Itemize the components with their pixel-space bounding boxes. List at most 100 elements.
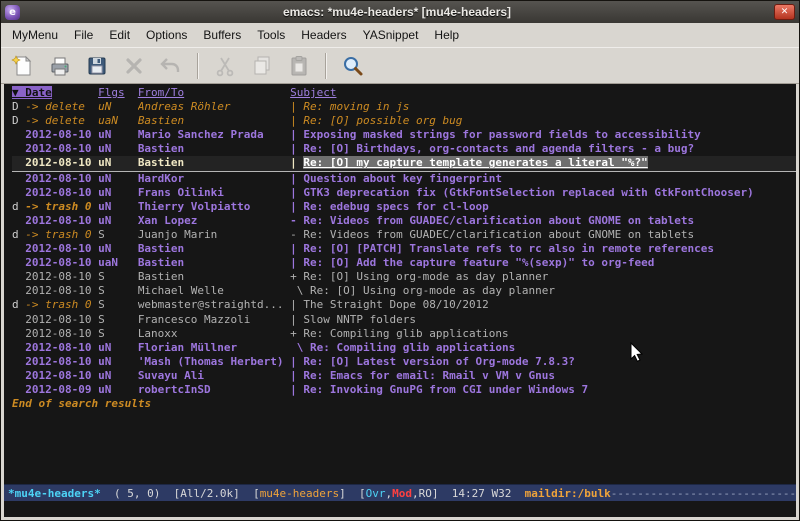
modeline-segment: [	[253, 486, 260, 501]
column-header-from[interactable]: From/To	[138, 86, 290, 100]
message-row[interactable]: 2012-08-10SMichael Welle \ Re: [O] Using…	[12, 284, 796, 298]
message-row[interactable]: D-> deleteuaNBastien| Re: [O] possible o…	[12, 114, 796, 128]
header-line: ▼ Date Flgs From/To Subject	[12, 86, 796, 100]
message-row[interactable]: 2012-08-10SBastien+ Re: [O] Using org-mo…	[12, 270, 796, 284]
message-flags: uN	[98, 156, 138, 170]
message-row[interactable]: 2012-08-09uNrobertcInSD| Re: Invoking Gn…	[12, 383, 796, 397]
message-subject: Re: edebug specs for cl-loop	[303, 200, 796, 214]
menu-yasnippet[interactable]: YASnippet	[355, 24, 427, 46]
message-from: Francesco Mazzoli	[138, 313, 290, 327]
message-row[interactable]: 2012-08-10uNBastien| Re: [O] Birthdays, …	[12, 142, 796, 156]
message-date: 2012-08-10	[25, 128, 98, 142]
message-row[interactable]: 2012-08-10uNBastien| Re: [O] [PATCH] Tra…	[12, 242, 796, 256]
cut-icon	[213, 54, 237, 78]
message-row[interactable]: 2012-08-10uNBastien| Re: [O] my capture …	[12, 156, 796, 171]
search-icon	[341, 54, 365, 78]
message-subject: Re: Compiling glib applications	[310, 341, 796, 355]
column-header-flags[interactable]: Flgs	[98, 86, 138, 100]
window-close-button[interactable]: ✕	[774, 4, 795, 20]
message-subject: Question about key fingerprint	[303, 172, 796, 186]
mu4e-headers-buffer[interactable]: ▼ Date Flgs From/To Subject D-> deleteuN…	[4, 84, 796, 484]
emacs-window: e emacs: *mu4e-headers* [mu4e-headers] ✕…	[0, 0, 800, 521]
message-from: Suvayu Ali	[138, 369, 290, 383]
save-button[interactable]	[80, 51, 114, 81]
message-row[interactable]: 2012-08-10uNFlorian Müllner \ Re: Compil…	[12, 341, 796, 355]
message-subject: Re: [O] possible org bug	[303, 114, 796, 128]
menu-headers[interactable]: Headers	[293, 24, 354, 46]
message-mark: D	[12, 100, 25, 114]
message-from: Juanjo Marin	[138, 228, 290, 242]
save-icon	[85, 54, 109, 78]
message-mark	[12, 341, 25, 355]
message-row[interactable]: 2012-08-10SFrancesco Mazzoli| Slow NNTP …	[12, 313, 796, 327]
message-row[interactable]: 2012-08-10uaNBastien| Re: [O] Add the ca…	[12, 256, 796, 270]
thread-indicator: |	[290, 355, 303, 369]
message-date: -> trash 0	[25, 228, 98, 242]
print-icon	[48, 54, 72, 78]
message-from: Xan Lopez	[138, 214, 290, 228]
echo-area[interactable]	[4, 501, 796, 517]
message-mark	[12, 242, 25, 256]
message-date: -> trash 0	[25, 200, 98, 214]
close-buffer-button	[117, 51, 151, 81]
new-file-icon	[11, 54, 35, 78]
message-row[interactable]: d-> trash 0Swebmaster@straightd...| The …	[12, 298, 796, 312]
column-header-subject[interactable]: Subject	[290, 86, 336, 100]
modeline-segment: Mod	[392, 486, 412, 501]
thread-indicator: |	[290, 114, 303, 128]
message-row[interactable]: 2012-08-10uNXan Lopez- Re: Videos from G…	[12, 214, 796, 228]
message-mark	[12, 284, 25, 298]
menu-buffers[interactable]: Buffers	[195, 24, 249, 46]
message-from: Bastien	[138, 114, 290, 128]
message-row[interactable]: 2012-08-10uNHardKor| Question about key …	[12, 172, 796, 186]
message-row[interactable]: d-> trash 0SJuanjo Marin- Re: Videos fro…	[12, 228, 796, 242]
message-subject: Slow NNTP folders	[303, 313, 796, 327]
menu-edit[interactable]: Edit	[101, 24, 138, 46]
message-mark	[12, 186, 25, 200]
search-button[interactable]	[336, 51, 370, 81]
thread-indicator: -	[290, 214, 303, 228]
message-row[interactable]: 2012-08-10uNFrans Oilinki| GTK3 deprecat…	[12, 186, 796, 200]
message-from: Mario Sanchez Prada	[138, 128, 290, 142]
message-row[interactable]: 2012-08-10uNMario Sanchez Prada| Exposin…	[12, 128, 796, 142]
message-date: 2012-08-10	[25, 355, 98, 369]
sort-indicator-date: ▼ Date	[12, 86, 52, 99]
message-date: 2012-08-10	[25, 270, 98, 284]
modeline-segment: maildir:/bulk	[525, 486, 611, 501]
message-date: 2012-08-10	[25, 142, 98, 156]
menu-help[interactable]: Help	[426, 24, 467, 46]
message-row[interactable]: 2012-08-10SLanoxx+ Re: Compiling glib ap…	[12, 327, 796, 341]
message-flags: S	[98, 313, 138, 327]
menu-tools[interactable]: Tools	[249, 24, 293, 46]
column-header-date[interactable]: ▼ Date	[12, 86, 98, 100]
message-subject: Re: Videos from GUADEC/clarification abo…	[303, 214, 796, 228]
print-button[interactable]	[43, 51, 77, 81]
frame-body: ▼ Date Flgs From/To Subject D-> deleteuN…	[1, 84, 799, 520]
titlebar[interactable]: e emacs: *mu4e-headers* [mu4e-headers] ✕	[1, 1, 799, 23]
message-mark	[12, 355, 25, 369]
message-flags: uN	[98, 214, 138, 228]
end-of-search-results: End of search results	[12, 397, 796, 411]
menu-options[interactable]: Options	[138, 24, 195, 46]
message-row[interactable]: 2012-08-10uNSuvayu Ali| Re: Emacs for em…	[12, 369, 796, 383]
message-row[interactable]: d-> trash 0uNThierry Volpiatto| Re: edeb…	[12, 200, 796, 214]
message-date: -> delete	[25, 114, 98, 128]
message-row[interactable]: D-> deleteuNAndreas Röhler| Re: moving i…	[12, 100, 796, 114]
message-mark: d	[12, 200, 25, 214]
message-subject: Re: [O] Using org-mode as day planner	[310, 284, 796, 298]
menu-file[interactable]: File	[66, 24, 101, 46]
message-subject: Re: [O] Latest version of Org-mode 7.8.3…	[303, 355, 796, 369]
thread-indicator: +	[290, 270, 303, 284]
message-date: 2012-08-10	[25, 214, 98, 228]
message-row[interactable]: 2012-08-10uN'Mash (Thomas Herbert)| Re: …	[12, 355, 796, 369]
message-date: 2012-08-10	[25, 341, 98, 355]
modeline: *mu4e-headers* ( 5, 0) [All/2.0k] [mu4e-…	[4, 484, 796, 501]
message-subject: Re: Compiling glib applications	[303, 327, 796, 341]
modeline-segment: mu4e-headers	[260, 486, 339, 501]
message-from: Bastien	[138, 156, 290, 170]
menu-mymenu[interactable]: MyMenu	[4, 24, 66, 46]
new-file-button[interactable]	[6, 51, 40, 81]
message-subject: Re: [O] Birthdays, org-contacts and agen…	[303, 142, 796, 156]
message-mark	[12, 270, 25, 284]
message-from: HardKor	[138, 172, 290, 186]
